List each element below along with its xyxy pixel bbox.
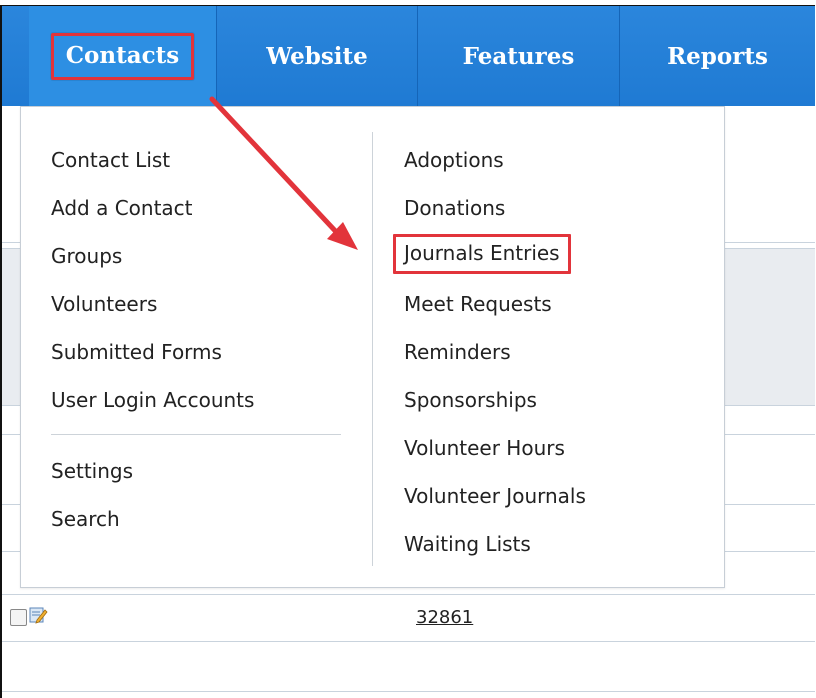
nav-website[interactable]: Website [217,6,418,106]
menu-item-adoptions[interactable]: Adoptions [404,148,504,172]
edit-icon[interactable] [28,605,48,625]
menu-item-journals-entries[interactable]: Journals Entries [393,234,571,274]
menu-item-search[interactable]: Search [51,507,120,531]
nav-website-label: Website [266,42,368,70]
column-divider [372,132,373,566]
record-id-link[interactable]: 32861 [416,607,473,628]
nav-reports[interactable]: Reports [620,6,815,106]
menu-item-settings[interactable]: Settings [51,459,133,483]
menu-divider [51,434,341,435]
page-divider [2,691,815,692]
menu-item-donations[interactable]: Donations [404,196,505,220]
menu-item-reminders[interactable]: Reminders [404,340,511,364]
nav-features-label: Features [462,42,575,70]
menu-item-volunteer-journals[interactable]: Volunteer Journals [404,484,586,508]
nav-contacts[interactable]: Contacts [29,6,217,106]
app-window: Contacts Website Features Reports 32861 … [0,5,815,698]
menu-item-contact-list[interactable]: Contact List [51,148,170,172]
row-checkbox[interactable] [10,609,27,626]
menu-item-sponsorships[interactable]: Sponsorships [404,388,537,412]
menu-item-submitted-forms[interactable]: Submitted Forms [51,340,222,364]
contacts-dropdown-menu: Contact List Add a Contact Groups Volunt… [20,106,725,588]
nav-contacts-label: Contacts [50,32,195,80]
nav-features[interactable]: Features [418,6,620,106]
menu-item-waiting-lists[interactable]: Waiting Lists [404,532,531,556]
table-row: 32861 [2,594,815,642]
menu-item-user-login-accounts[interactable]: User Login Accounts [51,388,254,412]
nav-reports-label: Reports [667,42,768,70]
menu-item-groups[interactable]: Groups [51,244,122,268]
menu-item-meet-requests[interactable]: Meet Requests [404,292,552,316]
menu-item-volunteer-hours[interactable]: Volunteer Hours [404,436,565,460]
menu-item-add-a-contact[interactable]: Add a Contact [51,196,193,220]
menu-item-volunteers[interactable]: Volunteers [51,292,157,316]
top-nav-bar: Contacts Website Features Reports [2,6,815,106]
